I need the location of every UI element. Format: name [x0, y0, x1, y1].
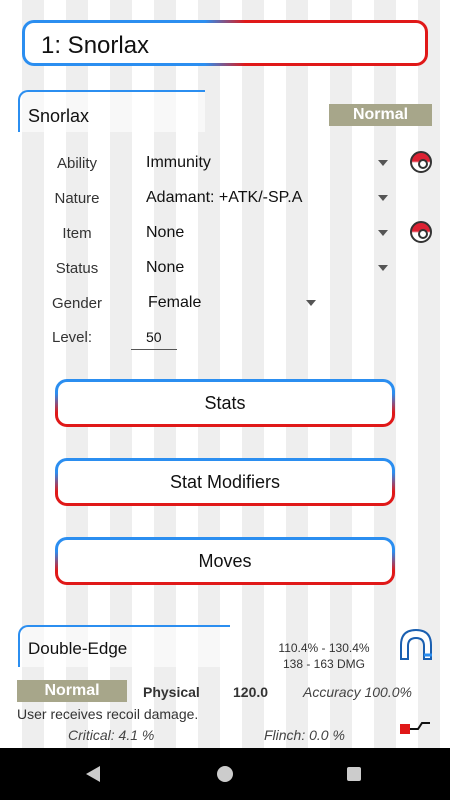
move-power: 120.0 — [233, 684, 269, 700]
moves-button-label: Moves — [198, 551, 252, 571]
ability-label: Ability — [56, 155, 97, 172]
gender-label: Gender — [51, 295, 103, 312]
ability-select[interactable]: Immunity — [146, 154, 211, 172]
status-select[interactable]: None — [146, 259, 184, 277]
home-icon[interactable] — [217, 766, 233, 782]
pokemon-name-header: Snorlax — [18, 90, 205, 132]
stat-modifiers-button-label: Stat Modifiers — [169, 472, 281, 492]
status-label: Status — [55, 260, 99, 277]
level-input[interactable]: 50 — [131, 327, 177, 350]
gender-dropdown-caret[interactable] — [306, 300, 316, 306]
move-accuracy: Accuracy 100.0% — [303, 684, 412, 700]
pokemon-title: 1: Snorlax — [41, 32, 150, 59]
move-damage-dmg: 138 - 163 DMG — [282, 657, 366, 671]
move-category: Physical — [143, 684, 200, 700]
ability-dropdown-caret[interactable] — [378, 160, 388, 166]
stat-modifiers-button[interactable]: Stat Modifiers — [55, 458, 395, 506]
type-badge: Normal — [329, 104, 432, 126]
nature-label: Nature — [54, 190, 100, 207]
level-label: Level: — [51, 329, 93, 346]
back-icon[interactable] — [86, 766, 100, 782]
move-flinch: Flinch: 0.0 % — [264, 727, 345, 743]
pokemon-name: Snorlax — [28, 106, 90, 126]
nature-select[interactable]: Adamant: +ATK/-SP.A — [146, 189, 302, 207]
system-nav-bar — [0, 748, 450, 800]
move-name-header[interactable]: Double-Edge — [18, 625, 230, 667]
ability-info-icon[interactable] — [410, 151, 432, 173]
gender-select[interactable]: Female — [148, 294, 201, 312]
moves-button[interactable]: Moves — [55, 537, 395, 585]
level-value: 50 — [146, 329, 162, 345]
item-label: Item — [62, 225, 92, 242]
status-dropdown-caret[interactable] — [378, 265, 388, 271]
pokemon-title-box[interactable]: 1: Snorlax — [22, 20, 428, 66]
recent-apps-icon[interactable] — [347, 767, 361, 781]
stats-button-label: Stats — [204, 393, 246, 413]
rail-icon[interactable] — [398, 720, 432, 740]
item-dropdown-caret[interactable] — [378, 230, 388, 236]
move-description: User receives recoil damage. — [17, 706, 199, 722]
item-info-icon[interactable] — [410, 221, 432, 243]
move-critical: Critical: 4.1 % — [68, 727, 155, 743]
stats-button[interactable]: Stats — [55, 379, 395, 427]
move-name: Double-Edge — [28, 639, 128, 658]
move-type-badge: Normal — [17, 680, 127, 702]
arch-icon[interactable] — [398, 627, 434, 661]
move-damage-percent: 110.4% - 130.4% — [278, 641, 370, 655]
item-select[interactable]: None — [146, 224, 184, 242]
nature-dropdown-caret[interactable] — [378, 195, 388, 201]
